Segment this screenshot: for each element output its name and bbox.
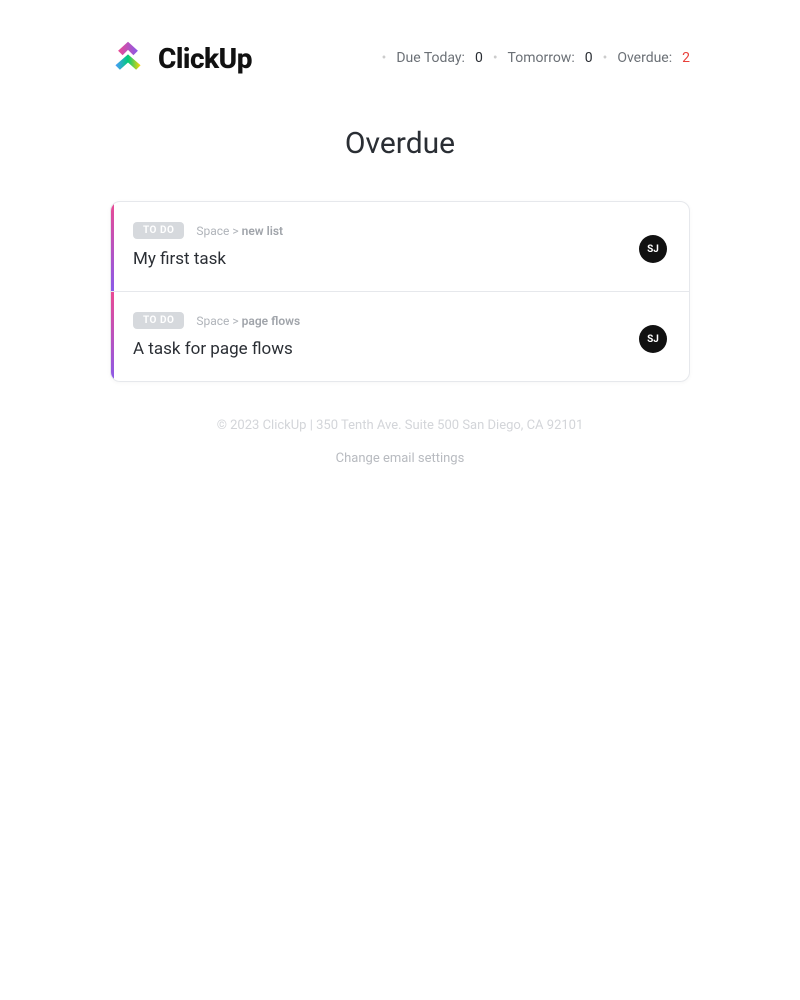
breadcrumb-parent: Space <box>196 224 229 238</box>
bullet-icon: • <box>603 50 608 66</box>
clickup-logo-icon <box>110 40 146 76</box>
footer: © 2023 ClickUp | 350 Tenth Ave. Suite 50… <box>110 418 690 466</box>
summary-item-overdue: • Overdue: 2 <box>603 50 690 66</box>
bullet-icon: • <box>493 50 498 66</box>
status-badge: TO DO <box>133 312 184 329</box>
summary-item-due-today: • Due Today: 0 <box>382 50 483 66</box>
task-item[interactable]: TO DO Space > page flows A task for page… <box>111 291 689 381</box>
footer-copyright: © 2023 ClickUp | 350 Tenth Ave. Suite 50… <box>110 418 690 433</box>
summary-value: 0 <box>475 50 483 66</box>
bullet-icon: • <box>382 50 387 66</box>
summary-label: Due Today: <box>396 50 465 66</box>
summary-value: 2 <box>682 50 690 66</box>
header: ClickUp • Due Today: 0 • Tomorrow: 0 • O… <box>110 40 690 76</box>
summary-label: Overdue: <box>617 50 672 66</box>
section-title: Overdue <box>110 126 690 161</box>
task-list: TO DO Space > new list My first task SJ … <box>110 201 690 382</box>
task-title: My first task <box>133 249 226 269</box>
summary-label: Tomorrow: <box>508 50 575 66</box>
brand-logo[interactable]: ClickUp <box>110 40 252 76</box>
task-breadcrumb: Space > new list <box>196 224 283 238</box>
breadcrumb-parent: Space <box>196 314 229 328</box>
task-title: A task for page flows <box>133 339 293 359</box>
breadcrumb-leaf: new list <box>242 224 283 238</box>
change-email-settings-link[interactable]: Change email settings <box>336 451 465 466</box>
task-item[interactable]: TO DO Space > new list My first task SJ <box>111 202 689 291</box>
status-badge: TO DO <box>133 222 184 239</box>
summary-bar: • Due Today: 0 • Tomorrow: 0 • Overdue: … <box>382 50 690 66</box>
summary-value: 0 <box>585 50 593 66</box>
breadcrumb-leaf: page flows <box>242 314 301 328</box>
assignee-avatar[interactable]: SJ <box>639 235 667 263</box>
summary-item-tomorrow: • Tomorrow: 0 <box>493 50 593 66</box>
brand-name: ClickUp <box>158 42 252 75</box>
task-breadcrumb: Space > page flows <box>196 314 300 328</box>
assignee-avatar[interactable]: SJ <box>639 325 667 353</box>
breadcrumb-separator: > <box>232 314 238 328</box>
breadcrumb-separator: > <box>232 224 238 238</box>
